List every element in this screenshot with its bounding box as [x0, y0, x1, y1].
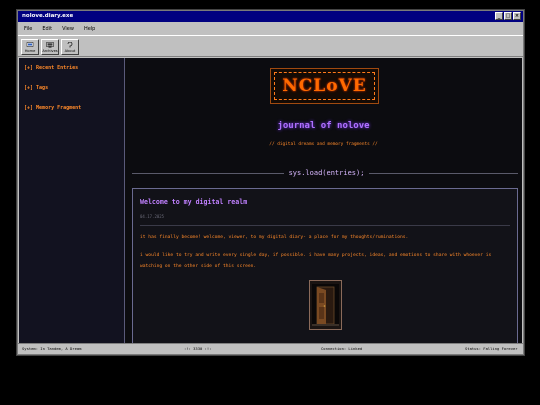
- status-connection: Connection: Linked: [321, 346, 363, 351]
- page-title: journal of nolove: [277, 121, 370, 131]
- journal-entry: Welcome to my digital realm 04.17.2025 i…: [132, 188, 518, 344]
- menu-bar: File Edit View Help: [18, 23, 523, 34]
- main-content: NCLoVE journal of nolove // digital drea…: [125, 58, 522, 344]
- about-icon: [67, 42, 73, 48]
- window-controls: _ □ ×: [495, 12, 521, 20]
- archives-button-label: Archives: [42, 49, 58, 53]
- title-bar[interactable]: nolove.diary.exe _ □ ×: [18, 11, 523, 22]
- status-state: Status: Falling Forever: [465, 346, 518, 351]
- close-button[interactable]: ×: [513, 12, 521, 20]
- maximize-button[interactable]: □: [504, 12, 512, 20]
- toolbar: Home Archives About: [18, 35, 523, 57]
- entry-paragraph: i would like to try and write every sing…: [140, 253, 492, 269]
- app-window: nolove.diary.exe _ □ × File Edit View He…: [17, 10, 524, 355]
- menu-edit[interactable]: Edit: [42, 26, 52, 32]
- entry-title[interactable]: Welcome to my digital realm: [140, 198, 247, 206]
- entry-image: [309, 280, 342, 330]
- sidebar-item-memory-fragment[interactable]: [+] Memory Fragment: [24, 105, 81, 111]
- logo-text: NCLoVE: [282, 76, 367, 96]
- logo: NCLoVE: [270, 68, 379, 104]
- status-bar: System: In Tandem, A Dream :!: 3330 :!: …: [18, 343, 523, 354]
- sidebar-item-recent-entries[interactable]: [+] Recent Entries: [24, 65, 78, 71]
- home-button[interactable]: Home: [21, 39, 39, 55]
- sidebar-item-tags[interactable]: [+] Tags: [24, 85, 48, 91]
- divider-right: [369, 173, 518, 174]
- door-icon: [312, 284, 339, 326]
- archives-icon: [46, 42, 54, 48]
- menu-file[interactable]: File: [24, 26, 32, 32]
- menu-view[interactable]: View: [62, 26, 74, 32]
- home-icon: [26, 42, 34, 47]
- divider-left: [132, 173, 284, 174]
- status-system: System: In Tandem, A Dream: [22, 346, 82, 351]
- window-title: nolove.diary.exe: [22, 13, 74, 19]
- status-counter: :!: 3330 :!:: [184, 346, 212, 351]
- entry-paragraph: it has finally become! welcome, viewer, …: [140, 235, 409, 240]
- home-button-label: Home: [24, 49, 36, 53]
- section-label: sys.load(entries);: [288, 169, 365, 177]
- menu-help[interactable]: Help: [84, 26, 95, 32]
- minimize-button[interactable]: _: [495, 12, 503, 20]
- sidebar: [+] Recent Entries [+] Tags [+] Memory F…: [19, 58, 125, 344]
- about-button[interactable]: About: [61, 39, 79, 55]
- client-area: [+] Recent Entries [+] Tags [+] Memory F…: [19, 58, 522, 344]
- entry-divider: [140, 225, 510, 226]
- entry-date: 04.17.2025: [140, 214, 165, 219]
- archives-button[interactable]: Archives: [41, 39, 59, 55]
- page-subtitle: // digital dreams and memory fragments /…: [269, 142, 378, 147]
- about-button-label: About: [64, 49, 76, 53]
